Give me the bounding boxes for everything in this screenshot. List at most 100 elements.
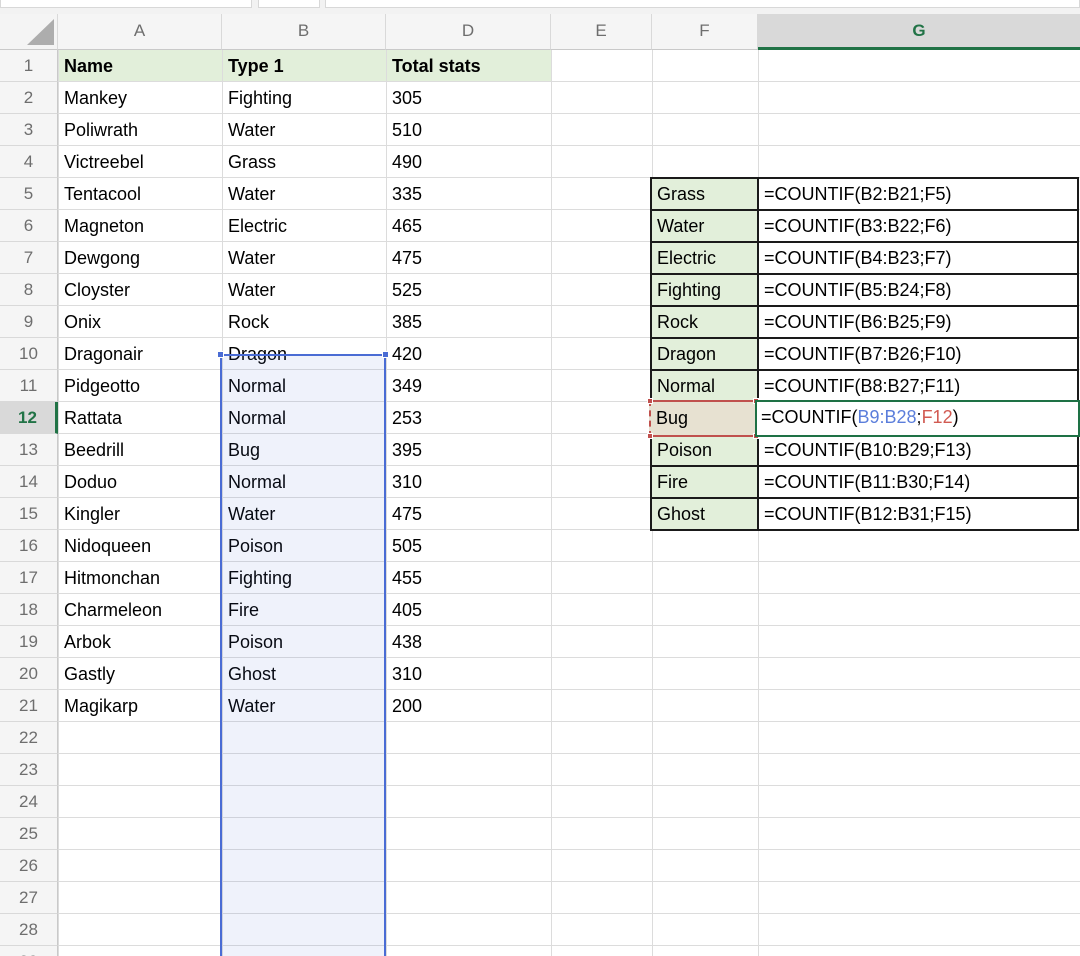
active-cell-editor-G12[interactable]: =COUNTIF(B9:B28;F12) — [755, 400, 1080, 437]
row-header-9[interactable]: 9 — [0, 306, 58, 338]
row-header-3[interactable]: 3 — [0, 114, 58, 146]
row-header-15[interactable]: 15 — [0, 498, 58, 530]
selection-overlay[interactable] — [220, 354, 386, 956]
cell-A13[interactable]: Beedrill — [58, 434, 222, 466]
row-header-19[interactable]: 19 — [0, 626, 58, 658]
cell-A8[interactable]: Cloyster — [58, 274, 222, 306]
cell-A11[interactable]: Pidgeotto — [58, 370, 222, 402]
cell-B9[interactable]: Rock — [222, 306, 386, 338]
cell-D5[interactable]: 335 — [386, 178, 551, 210]
cell-A5[interactable]: Tentacool — [58, 178, 222, 210]
cell-D9[interactable]: 385 — [386, 306, 551, 338]
cell-A1[interactable]: Name — [58, 50, 222, 82]
formula-cell-G14[interactable]: =COUNTIF(B11:B30;F14) — [757, 465, 1079, 499]
formula-cell-G15[interactable]: =COUNTIF(B12:B31;F15) — [757, 497, 1079, 531]
formula-cell-G13[interactable]: =COUNTIF(B10:B29;F13) — [757, 433, 1079, 467]
cell-D14[interactable]: 310 — [386, 466, 551, 498]
formula-cell-G8[interactable]: =COUNTIF(B5:B24;F8) — [757, 273, 1079, 307]
formula-cell-G7[interactable]: =COUNTIF(B4:B23;F7) — [757, 241, 1079, 275]
row-header-16[interactable]: 16 — [0, 530, 58, 562]
cell-F10[interactable]: Dragon — [650, 337, 759, 371]
col-header-A[interactable]: A — [58, 14, 222, 50]
row-header-28[interactable]: 28 — [0, 914, 58, 946]
cell-F8[interactable]: Fighting — [650, 273, 759, 307]
formula-input[interactable] — [325, 0, 1080, 8]
cell-A16[interactable]: Nidoqueen — [58, 530, 222, 562]
cell-A4[interactable]: Victreebel — [58, 146, 222, 178]
cell-D21[interactable]: 200 — [386, 690, 551, 722]
cell-D1[interactable]: Total stats — [386, 50, 551, 82]
cell-D12[interactable]: 253 — [386, 402, 551, 434]
col-header-F[interactable]: F — [652, 14, 758, 50]
name-box[interactable] — [0, 0, 252, 8]
criteria-cell-F12[interactable]: Bug — [649, 400, 757, 437]
row-header-12[interactable]: 12 — [0, 402, 58, 434]
formula-cell-G6[interactable]: =COUNTIF(B3:B22;F6) — [757, 209, 1079, 243]
cell-D4[interactable]: 490 — [386, 146, 551, 178]
row-header-26[interactable]: 26 — [0, 850, 58, 882]
cell-A7[interactable]: Dewgong — [58, 242, 222, 274]
formula-cell-G11[interactable]: =COUNTIF(B8:B27;F11) — [757, 369, 1079, 403]
cell-A9[interactable]: Onix — [58, 306, 222, 338]
cell-A15[interactable]: Kingler — [58, 498, 222, 530]
cell-F7[interactable]: Electric — [650, 241, 759, 275]
cell-D16[interactable]: 505 — [386, 530, 551, 562]
cell-F11[interactable]: Normal — [650, 369, 759, 403]
cell-A17[interactable]: Hitmonchan — [58, 562, 222, 594]
row-header-10[interactable]: 10 — [0, 338, 58, 370]
sheet-grid[interactable]: Bug =COUNTIF(B9:B28;F12) 123456789101112… — [0, 50, 1080, 956]
cell-D18[interactable]: 405 — [386, 594, 551, 626]
cell-A18[interactable]: Charmeleon — [58, 594, 222, 626]
cell-F15[interactable]: Ghost — [650, 497, 759, 531]
cell-B1[interactable]: Type 1 — [222, 50, 386, 82]
cell-A12[interactable]: Rattata — [58, 402, 222, 434]
row-header-22[interactable]: 22 — [0, 722, 58, 754]
row-header-13[interactable]: 13 — [0, 434, 58, 466]
selection-handle-top-left[interactable] — [217, 351, 224, 358]
cell-B3[interactable]: Water — [222, 114, 386, 146]
col-header-B[interactable]: B — [222, 14, 386, 50]
cell-D10[interactable]: 420 — [386, 338, 551, 370]
row-header-25[interactable]: 25 — [0, 818, 58, 850]
cell-D2[interactable]: 305 — [386, 82, 551, 114]
row-header-6[interactable]: 6 — [0, 210, 58, 242]
row-header-11[interactable]: 11 — [0, 370, 58, 402]
insert-function-button[interactable] — [258, 0, 320, 8]
cell-D17[interactable]: 455 — [386, 562, 551, 594]
cell-B2[interactable]: Fighting — [222, 82, 386, 114]
cell-F9[interactable]: Rock — [650, 305, 759, 339]
row-header-1[interactable]: 1 — [0, 50, 58, 82]
cell-B6[interactable]: Electric — [222, 210, 386, 242]
select-all-corner[interactable] — [0, 14, 58, 50]
cell-F5[interactable]: Grass — [650, 177, 759, 211]
cell-A20[interactable]: Gastly — [58, 658, 222, 690]
row-header-24[interactable]: 24 — [0, 786, 58, 818]
row-header-17[interactable]: 17 — [0, 562, 58, 594]
cell-D15[interactable]: 475 — [386, 498, 551, 530]
cell-A10[interactable]: Dragonair — [58, 338, 222, 370]
cell-B8[interactable]: Water — [222, 274, 386, 306]
cell-A2[interactable]: Mankey — [58, 82, 222, 114]
cell-B7[interactable]: Water — [222, 242, 386, 274]
criteria-handle-top-left[interactable] — [647, 398, 653, 404]
cell-A21[interactable]: Magikarp — [58, 690, 222, 722]
row-header-29[interactable]: 29 — [0, 946, 58, 956]
cell-B4[interactable]: Grass — [222, 146, 386, 178]
cell-D11[interactable]: 349 — [386, 370, 551, 402]
row-header-20[interactable]: 20 — [0, 658, 58, 690]
cell-A19[interactable]: Arbok — [58, 626, 222, 658]
row-header-5[interactable]: 5 — [0, 178, 58, 210]
formula-cell-G9[interactable]: =COUNTIF(B6:B25;F9) — [757, 305, 1079, 339]
cell-B5[interactable]: Water — [222, 178, 386, 210]
cell-A3[interactable]: Poliwrath — [58, 114, 222, 146]
row-header-23[interactable]: 23 — [0, 754, 58, 786]
col-header-G[interactable]: G — [758, 14, 1080, 50]
cell-A6[interactable]: Magneton — [58, 210, 222, 242]
formula-cell-G10[interactable]: =COUNTIF(B7:B26;F10) — [757, 337, 1079, 371]
row-header-7[interactable]: 7 — [0, 242, 58, 274]
row-header-27[interactable]: 27 — [0, 882, 58, 914]
formula-cell-G5[interactable]: =COUNTIF(B2:B21;F5) — [757, 177, 1079, 211]
cell-D20[interactable]: 310 — [386, 658, 551, 690]
cell-F13[interactable]: Poison — [650, 433, 759, 467]
row-header-18[interactable]: 18 — [0, 594, 58, 626]
